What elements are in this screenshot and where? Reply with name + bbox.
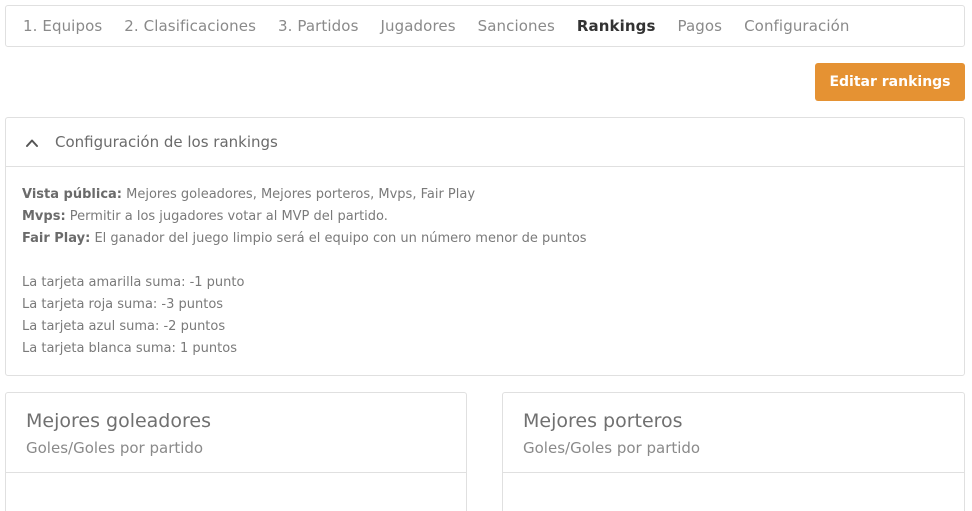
yellow-card-rule: La tarjeta amarilla suma: -1 punto bbox=[22, 275, 245, 290]
rankings-config-panel: Configuración de los rankings Vista públ… bbox=[5, 117, 965, 376]
public-view-line: Vista pública: Mejores goleadores, Mejor… bbox=[22, 184, 964, 206]
tab-jugadores[interactable]: Jugadores bbox=[381, 17, 456, 35]
fair-play-line: Fair Play: El ganador del juego limpio s… bbox=[22, 228, 964, 250]
public-view-label: Vista pública: bbox=[22, 187, 122, 202]
top-goalkeepers-subtitle: Goles/Goles por partido bbox=[523, 439, 701, 457]
tab-equipos[interactable]: 1. Equipos bbox=[23, 17, 102, 35]
tab-rankings[interactable]: Rankings bbox=[577, 17, 656, 35]
top-tab-bar: 1. Equipos 2. Clasificaciones 3. Partido… bbox=[5, 5, 965, 47]
top-scorers-header: Mejores goleadores Goles/Goles por parti… bbox=[6, 393, 466, 473]
public-view-value: Mejores goleadores, Mejores porteros, Mv… bbox=[122, 187, 476, 202]
chevron-up-icon bbox=[25, 135, 39, 149]
tab-pagos[interactable]: Pagos bbox=[678, 17, 723, 35]
red-card-rule: La tarjeta roja suma: -3 puntos bbox=[22, 297, 224, 312]
fair-play-value: El ganador del juego limpio será el equi… bbox=[90, 231, 587, 246]
top-scorers-subtitle: Goles/Goles por partido bbox=[26, 439, 204, 457]
top-scorers-card: Mejores goleadores Goles/Goles por parti… bbox=[5, 392, 467, 511]
top-goalkeepers-card: Mejores porteros Goles/Goles por partido bbox=[502, 392, 965, 511]
mvps-line: Mvps: Permitir a los jugadores votar al … bbox=[22, 206, 964, 228]
tab-sanciones[interactable]: Sanciones bbox=[478, 17, 555, 35]
tab-configuracion[interactable]: Configuración bbox=[744, 17, 849, 35]
tab-partidos[interactable]: 3. Partidos bbox=[278, 17, 358, 35]
rankings-config-toggle[interactable]: Configuración de los rankings bbox=[6, 118, 964, 167]
mvps-value: Permitir a los jugadores votar al MVP de… bbox=[65, 209, 388, 224]
tab-clasificaciones[interactable]: 2. Clasificaciones bbox=[124, 17, 256, 35]
white-card-rule: La tarjeta blanca suma: 1 puntos bbox=[22, 341, 237, 356]
top-goalkeepers-title: Mejores porteros bbox=[523, 410, 683, 432]
config-body: Vista pública: Mejores goleadores, Mejor… bbox=[6, 167, 964, 360]
mvps-label: Mvps: bbox=[22, 209, 66, 224]
blue-card-rule: La tarjeta azul suma: -2 puntos bbox=[22, 319, 226, 334]
top-goalkeepers-header: Mejores porteros Goles/Goles por partido bbox=[503, 393, 964, 473]
config-title: Configuración de los rankings bbox=[55, 133, 278, 151]
edit-rankings-button[interactable]: Editar rankings bbox=[815, 63, 965, 101]
top-scorers-title: Mejores goleadores bbox=[26, 410, 211, 432]
fair-play-label: Fair Play: bbox=[22, 231, 91, 246]
